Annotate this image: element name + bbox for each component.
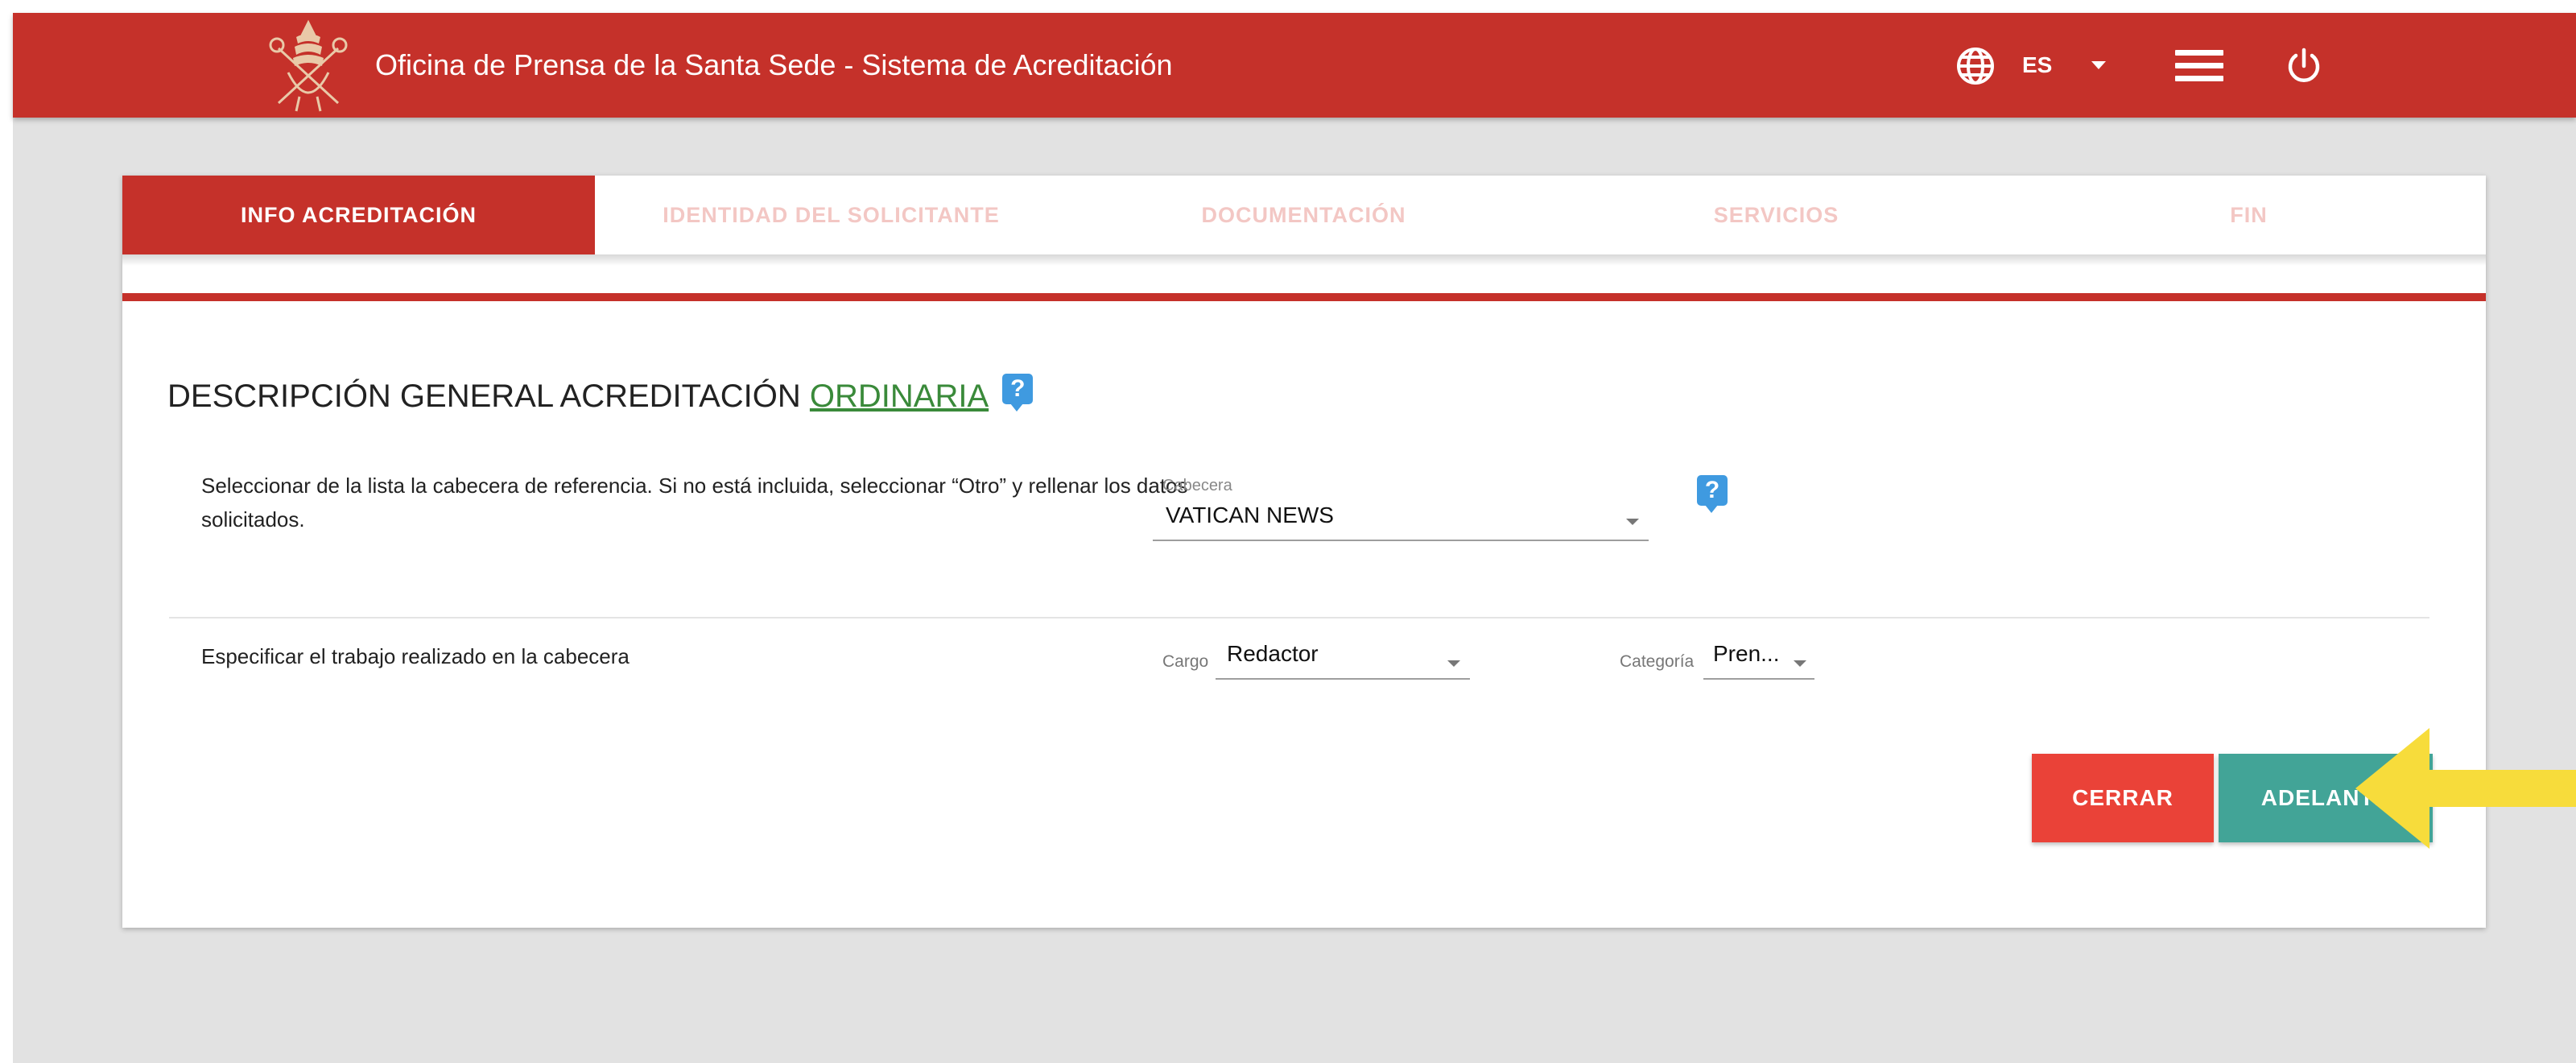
app-title: Oficina de Prensa de la Santa Sede - Sis… xyxy=(375,48,1173,81)
categoria-label: Categoría xyxy=(1620,652,1695,671)
categoria-value: Pren... xyxy=(1713,641,1780,666)
help-icon[interactable]: ? xyxy=(1697,475,1728,513)
accreditation-card: INFO ACREDITACIÓN IDENTIDAD DEL SOLICITA… xyxy=(122,176,2486,928)
cabecera-help[interactable]: ? xyxy=(1697,474,1728,513)
tabs-shadow xyxy=(122,254,2486,266)
accreditation-type-link[interactable]: ORDINARIA xyxy=(810,378,993,414)
row-divider xyxy=(169,617,2429,618)
cargo-label: Cargo xyxy=(1162,652,1209,671)
cabecera-label: Cabecera xyxy=(1162,477,1232,494)
papal-coat-of-arms-logo xyxy=(269,19,348,112)
tab-info-acreditacion[interactable]: INFO ACREDITACIÓN xyxy=(122,176,595,254)
globe-icon[interactable] xyxy=(1955,45,1996,87)
cabecera-value: VATICAN NEWS xyxy=(1166,503,1334,527)
cabecera-select[interactable]: VATICAN NEWS xyxy=(1153,503,1649,541)
close-button[interactable]: CERRAR xyxy=(2032,754,2214,842)
tab-servicios[interactable]: SERVICIOS xyxy=(1540,176,2013,254)
app-frame: Oficina de Prensa de la Santa Sede - Sis… xyxy=(13,13,2576,1063)
tab-identidad-del-solicitante[interactable]: IDENTIDAD DEL SOLICITANTE xyxy=(595,176,1067,254)
cabecera-instructions: Seleccionar de la lista la cabecera de r… xyxy=(201,474,1188,532)
trabajo-instructions: Especificar el trabajo realizado en la c… xyxy=(201,644,630,668)
cargo-value: Redactor xyxy=(1227,641,1319,666)
tab-documentacion[interactable]: DOCUMENTACIÓN xyxy=(1067,176,1540,254)
cargo-select[interactable]: Redactor xyxy=(1216,641,1470,680)
dropdown-arrow-icon xyxy=(1794,660,1806,667)
help-icon[interactable]: ? xyxy=(1002,374,1034,412)
language-selector[interactable]: ES xyxy=(2022,13,2052,118)
tab-fin[interactable]: FIN xyxy=(2013,176,2485,254)
categoria-select[interactable]: Pren... xyxy=(1703,641,1814,680)
chevron-down-icon[interactable] xyxy=(2091,61,2106,69)
section-heading-text: DESCRIPCIÓN GENERAL ACREDITACIÓN xyxy=(167,378,801,414)
top-bar: Oficina de Prensa de la Santa Sede - Sis… xyxy=(13,13,2576,118)
hamburger-menu-icon[interactable] xyxy=(2175,50,2223,82)
section-divider-red xyxy=(122,293,2486,301)
step-tabs: INFO ACREDITACIÓN IDENTIDAD DEL SOLICITA… xyxy=(122,176,2486,254)
dropdown-arrow-icon xyxy=(1447,660,1460,667)
section-heading: DESCRIPCIÓN GENERAL ACREDITACIÓN ORDINAR… xyxy=(167,372,1034,420)
dropdown-arrow-icon xyxy=(1626,519,1639,525)
pointer-arrow-icon xyxy=(2355,728,2576,849)
power-icon[interactable] xyxy=(2283,45,2325,87)
